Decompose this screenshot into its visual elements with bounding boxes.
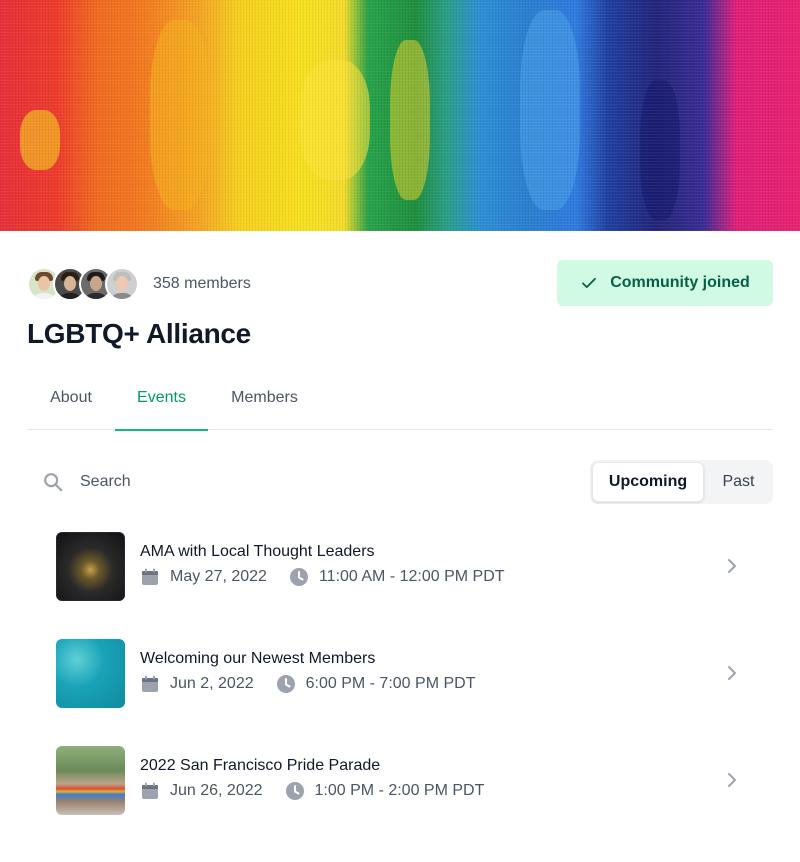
tab-label: About	[50, 389, 92, 406]
chevron-right-icon[interactable]	[722, 770, 742, 790]
event-date: Jun 26, 2022	[170, 782, 263, 799]
search-icon	[44, 473, 63, 492]
calendar-icon	[142, 782, 158, 799]
tab-label: Members	[231, 389, 298, 406]
event-date: Jun 2, 2022	[170, 675, 254, 692]
chevron-right-icon[interactable]	[722, 663, 742, 683]
clock-icon	[289, 568, 308, 586]
search-field[interactable]: Search	[42, 468, 131, 496]
tab-members[interactable]: Members	[208, 366, 321, 430]
event-meta: Jun 2, 2022 6:00 PM - 7:00 PM PDT	[140, 674, 475, 694]
tab-about[interactable]: About	[27, 366, 115, 430]
calendar-icon	[142, 568, 158, 585]
event-date: May 27, 2022	[170, 568, 267, 585]
tab-label: Events	[137, 388, 186, 406]
community-joined-button[interactable]: Community joined	[557, 260, 773, 306]
event-title: 2022 San Francisco Pride Parade	[140, 757, 381, 774]
event-title: Welcoming our Newest Members	[140, 650, 376, 667]
chevron-right-icon[interactable]	[722, 556, 742, 576]
tab-bar: About Events Members	[27, 366, 773, 431]
page-title: LGBTQ+ Alliance	[27, 318, 251, 349]
event-row[interactable]: AMA with Local Thought Leaders May 27, 2…	[56, 532, 756, 602]
event-row[interactable]: 2022 San Francisco Pride Parade Jun 26, …	[56, 746, 756, 816]
event-title: AMA with Local Thought Leaders	[140, 543, 375, 560]
check-icon	[582, 277, 597, 289]
tab-events[interactable]: Events	[115, 366, 208, 431]
cover-image	[0, 0, 800, 231]
member-avatars	[27, 267, 139, 301]
calendar-icon	[142, 675, 158, 692]
clock-icon	[276, 675, 295, 693]
event-time: 11:00 AM - 12:00 PM PDT	[318, 568, 505, 585]
event-thumbnail	[56, 639, 125, 708]
filter-upcoming[interactable]: Upcoming	[592, 462, 704, 502]
event-row[interactable]: Welcoming our Newest Members Jun 2, 2022…	[56, 639, 756, 709]
member-count: 358 members	[153, 275, 251, 292]
event-thumbnail	[56, 746, 125, 815]
event-filter-toggle: Upcoming Past	[590, 460, 773, 504]
community-joined-label: Community joined	[610, 274, 750, 291]
filter-past[interactable]: Past	[706, 462, 771, 502]
event-thumbnail	[56, 532, 125, 601]
avatar	[105, 267, 139, 301]
clock-icon	[285, 782, 304, 800]
event-time: 1:00 PM - 2:00 PM PDT	[314, 782, 485, 799]
search-input[interactable]: Search	[80, 473, 131, 491]
event-meta: May 27, 2022 11:00 AM - 12:00 PM PDT	[140, 567, 505, 587]
event-time: 6:00 PM - 7:00 PM PDT	[305, 675, 476, 692]
event-meta: Jun 26, 2022 1:00 PM - 2:00 PM PDT	[140, 781, 484, 801]
